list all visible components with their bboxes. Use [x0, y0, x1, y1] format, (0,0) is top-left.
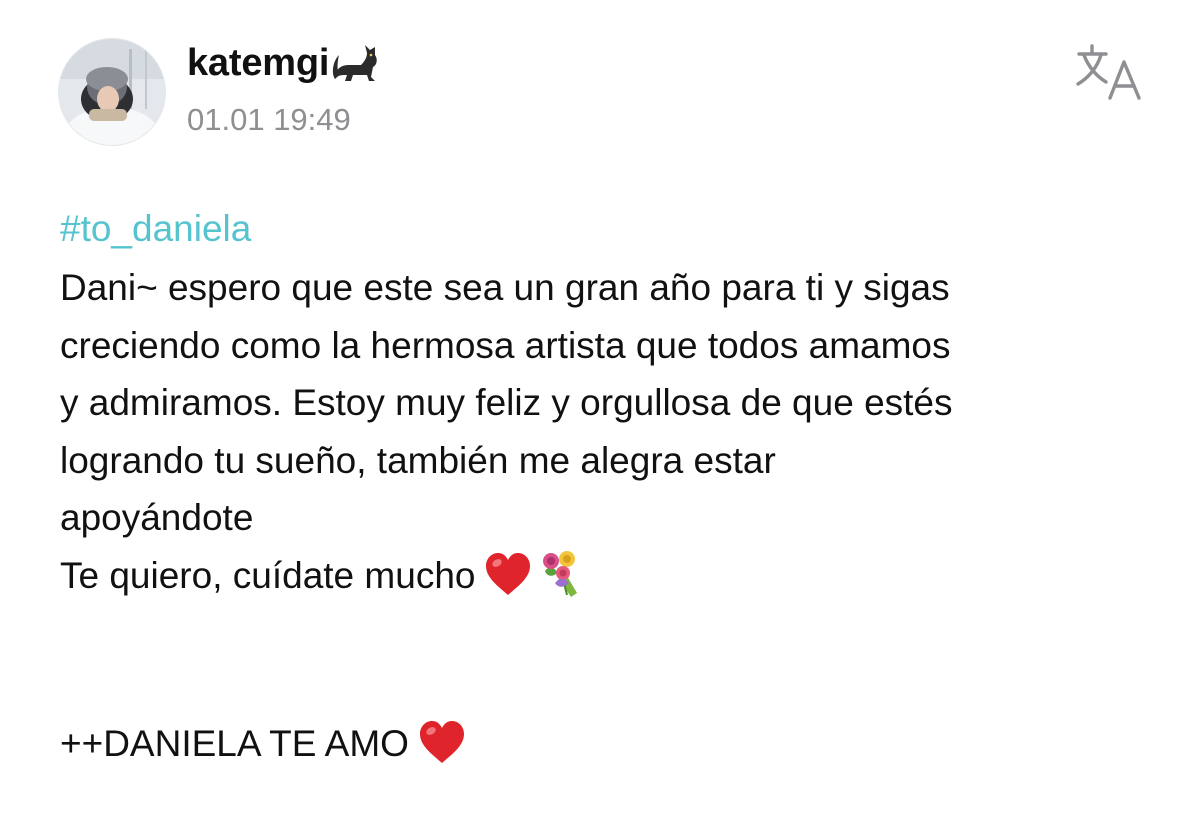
- body-line: y admiramos. Estoy muy feliz y orgullosa…: [60, 382, 953, 423]
- post-card: katemgi 01.01 19:49 #to_daniela Dani~ es…: [0, 0, 1200, 831]
- body-line: Dani~ espero que este sea un gran año pa…: [60, 267, 950, 308]
- hashtag-link[interactable]: #to_daniela: [60, 208, 251, 250]
- closing-line: ++DANIELA TE AMO: [60, 715, 467, 772]
- translate-icon: [1076, 44, 1141, 100]
- bouquet-emoji-icon: [537, 549, 587, 599]
- avatar-photo: [59, 39, 165, 145]
- post-timestamp: 01.01 19:49: [187, 102, 351, 137]
- translate-button[interactable]: [1076, 42, 1148, 104]
- author-username[interactable]: katemgi: [187, 42, 383, 85]
- body-line-text: Te quiero, cuídate mucho: [60, 554, 476, 596]
- red-heart-emoji-icon: [417, 717, 467, 767]
- avatar[interactable]: [58, 38, 166, 146]
- body-line: creciendo como la hermosa artista que to…: [60, 324, 951, 366]
- body-line-last: Te quiero, cuídate mucho: [60, 547, 1170, 605]
- closing-text: ++DANIELA TE AMO: [60, 723, 409, 764]
- username-label: katemgi: [187, 42, 330, 84]
- body-line: apoyándote: [60, 497, 254, 538]
- black-cat-emoji-icon: [331, 39, 383, 85]
- body-line: logrando tu sueño, también me alegra est…: [60, 439, 776, 481]
- red-heart-emoji-icon: [483, 549, 533, 599]
- post-body: Dani~ espero que este sea un gran año pa…: [60, 259, 1170, 604]
